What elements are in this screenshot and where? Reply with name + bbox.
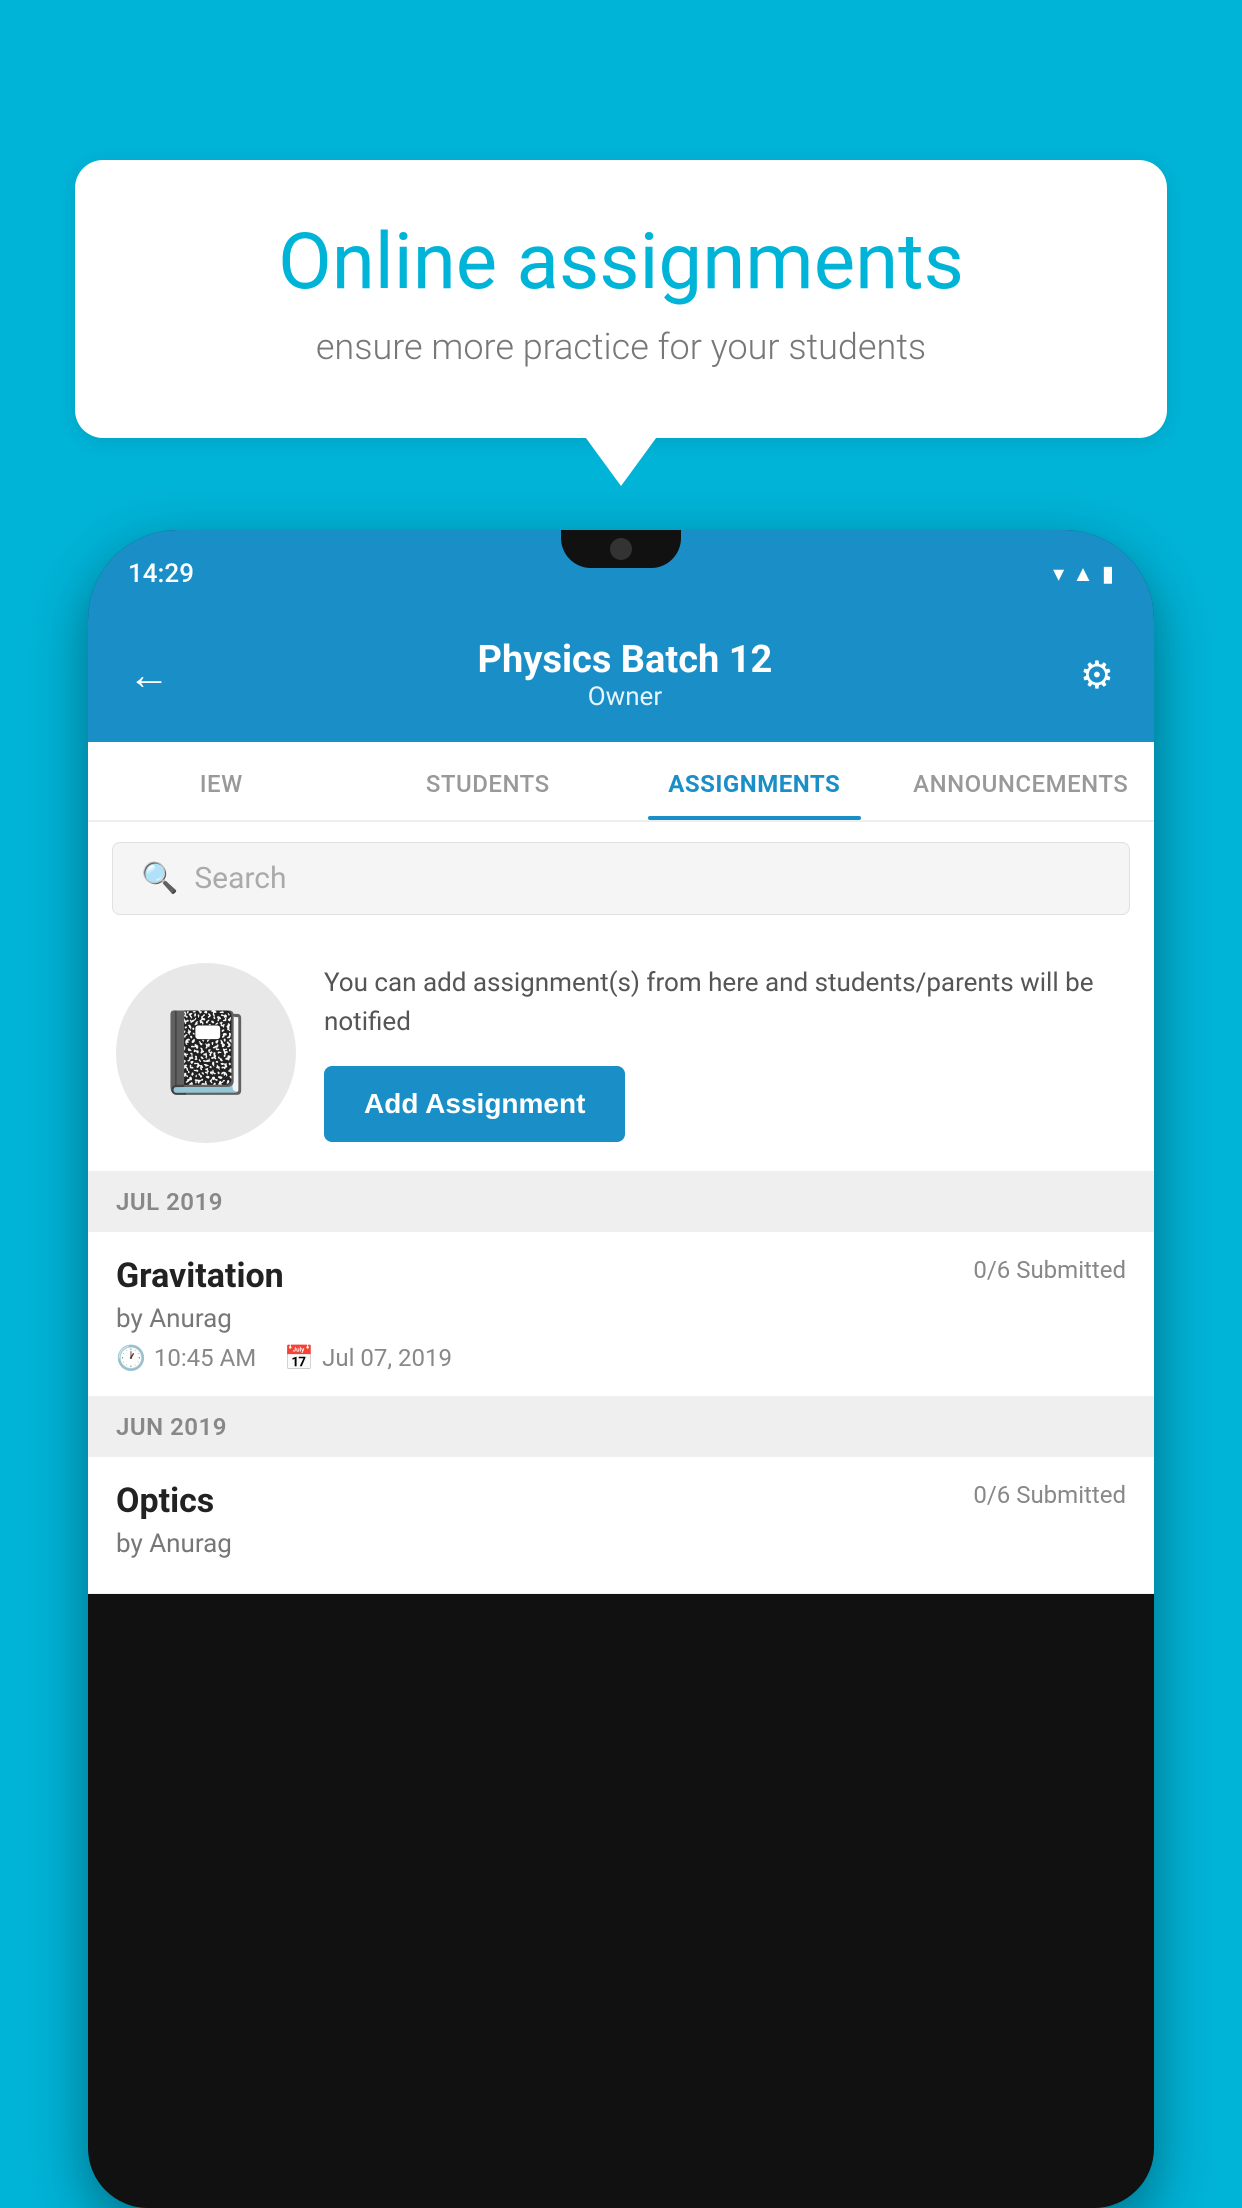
tab-students[interactable]: STUDENTS [355,742,622,820]
promo-text-section: You can add assignment(s) from here and … [324,964,1126,1142]
assignment-by-optics: by Anurag [116,1529,1126,1559]
phone-content: 🔍 Search 📓 You can add assignment(s) fro… [88,822,1154,1594]
promo-subtitle: ensure more practice for your students [145,326,1097,368]
speech-bubble: Online assignments ensure more practice … [75,160,1167,438]
clock-icon: 🕐 [116,1344,146,1372]
calendar-icon: 📅 [284,1344,314,1372]
owner-label: Owner [478,682,773,712]
status-bar: 14:29 ▾ ▲ ▮ [88,530,1154,618]
status-icons: ▾ ▲ ▮ [1053,561,1114,587]
assignment-item-optics[interactable]: Optics 0/6 Submitted by Anurag [88,1457,1154,1594]
back-button[interactable]: ← [128,651,170,700]
search-bar[interactable]: 🔍 Search [112,842,1130,915]
tab-iew[interactable]: IEW [88,742,355,820]
promo-card: Online assignments ensure more practice … [75,160,1167,438]
assignment-item-gravitation[interactable]: Gravitation 0/6 Submitted by Anurag 🕐 10… [88,1232,1154,1397]
assignment-name: Gravitation [116,1256,284,1296]
assignment-name-optics: Optics [116,1481,214,1521]
assignment-date: 📅 Jul 07, 2019 [284,1344,452,1372]
search-placeholder: Search [194,861,286,896]
promo-description: You can add assignment(s) from here and … [324,964,1126,1042]
camera-notch [610,538,632,560]
section-header-jun: JUN 2019 [88,1397,1154,1457]
status-time: 14:29 [128,559,194,589]
assignment-by: by Anurag [116,1304,1126,1334]
add-assignment-button[interactable]: Add Assignment [324,1066,625,1142]
notebook-icon: 📓 [156,1006,256,1100]
promo-section: 📓 You can add assignment(s) from here an… [88,935,1154,1172]
promo-icon-circle: 📓 [116,963,296,1143]
app-header: ← Physics Batch 12 Owner ⚙ [88,618,1154,742]
assignment-top-row-optics: Optics 0/6 Submitted [116,1481,1126,1521]
tabs-bar: IEW STUDENTS ASSIGNMENTS ANNOUNCEMENTS [88,742,1154,822]
promo-title: Online assignments [145,220,1097,306]
assignment-submitted-optics: 0/6 Submitted [973,1481,1126,1509]
search-container: 🔍 Search [88,822,1154,935]
settings-button[interactable]: ⚙ [1080,653,1114,698]
assignment-meta: 🕐 10:45 AM 📅 Jul 07, 2019 [116,1344,1126,1372]
assignment-submitted: 0/6 Submitted [973,1256,1126,1284]
assignment-time: 🕐 10:45 AM [116,1344,256,1372]
tab-announcements[interactable]: ANNOUNCEMENTS [888,742,1155,820]
section-header-jul: JUL 2019 [88,1172,1154,1232]
battery-icon: ▮ [1102,562,1114,587]
assignment-top-row: Gravitation 0/6 Submitted [116,1256,1126,1296]
signal-icon: ▲ [1072,561,1094,587]
header-center: Physics Batch 12 Owner [478,638,773,712]
tab-assignments[interactable]: ASSIGNMENTS [621,742,888,820]
batch-title: Physics Batch 12 [478,638,773,682]
search-icon: 🔍 [141,861,178,896]
phone-frame: 14:29 ▾ ▲ ▮ ← Physics Batch 12 Owner ⚙ I… [88,530,1154,2208]
wifi-icon: ▾ [1053,562,1064,587]
phone-notch [561,530,681,568]
